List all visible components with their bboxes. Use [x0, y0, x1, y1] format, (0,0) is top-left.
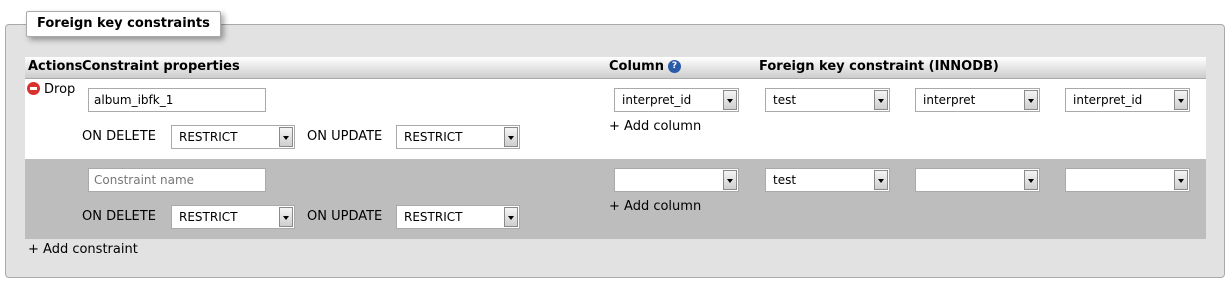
chevron-down-icon — [1174, 90, 1188, 110]
constraint-name-input[interactable]: Constraint name — [88, 168, 266, 192]
chevron-down-icon — [874, 170, 888, 190]
column-select[interactable] — [614, 168, 739, 192]
column-select[interactable]: interpret_id — [614, 88, 739, 112]
ref-database-select[interactable]: test — [765, 88, 890, 112]
chevron-down-icon — [874, 90, 888, 110]
on-delete-label: ON DELETE — [82, 129, 156, 144]
chevron-down-icon — [504, 207, 518, 227]
on-update-select[interactable]: RESTRICT — [396, 125, 520, 149]
table-row: Drop album_ibfk_1 ON DELETE RESTRICT ON … — [25, 79, 1206, 159]
chevron-down-icon — [723, 170, 737, 190]
chevron-down-icon — [1024, 170, 1038, 190]
on-update-label: ON UPDATE — [307, 209, 383, 224]
header-foreign-key: Foreign key constraint (INNODB) — [759, 59, 999, 74]
header-constraint-properties: Constraint properties — [82, 59, 240, 74]
fieldset-legend: Foreign key constraints — [26, 11, 221, 37]
chevron-down-icon — [723, 90, 737, 110]
ref-column-select[interactable]: interpret_id — [1065, 88, 1190, 112]
header-column: Column? — [609, 59, 681, 74]
ref-database-select[interactable]: test — [765, 168, 890, 192]
table-header: Actions Constraint properties Column? Fo… — [25, 57, 1206, 79]
on-delete-label: ON DELETE — [82, 209, 156, 224]
drop-link[interactable]: Drop — [27, 82, 75, 97]
add-column-link[interactable]: + Add column — [609, 119, 701, 134]
chevron-down-icon — [279, 207, 293, 227]
ref-table-select[interactable]: interpret — [915, 88, 1040, 112]
add-column-link[interactable]: + Add column — [609, 199, 701, 214]
chevron-down-icon — [1024, 90, 1038, 110]
ref-column-select[interactable] — [1065, 168, 1190, 192]
minus-circle-icon — [27, 82, 40, 95]
constraint-name-input[interactable]: album_ibfk_1 — [88, 88, 266, 112]
on-delete-select[interactable]: RESTRICT — [171, 205, 295, 229]
chevron-down-icon — [279, 127, 293, 147]
chevron-down-icon — [1174, 170, 1188, 190]
header-actions: Actions — [28, 59, 83, 74]
on-update-select[interactable]: RESTRICT — [396, 205, 520, 229]
on-delete-select[interactable]: RESTRICT — [171, 125, 295, 149]
chevron-down-icon — [504, 127, 518, 147]
ref-table-select[interactable] — [915, 168, 1040, 192]
table-row: Constraint name ON DELETE RESTRICT ON UP… — [25, 159, 1206, 239]
on-update-label: ON UPDATE — [307, 129, 383, 144]
add-constraint-link[interactable]: + Add constraint — [28, 242, 138, 257]
question-icon[interactable]: ? — [667, 60, 681, 73]
